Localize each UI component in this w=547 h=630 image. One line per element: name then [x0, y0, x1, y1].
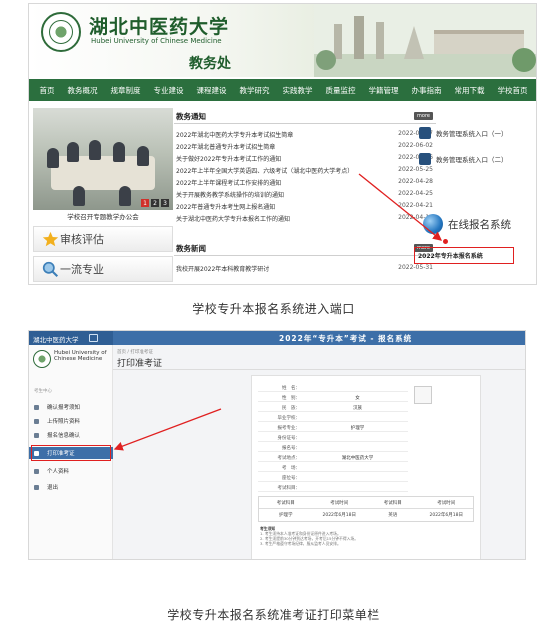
portal-screenshot: 湖北中医药大学 Hubei University of Chinese Medi… [28, 3, 537, 285]
red-arrow-icon [113, 408, 222, 451]
caption-2: 学校专升本报名系统准考证打印菜单栏 [167, 608, 380, 622]
caption-1: 学校专升本报名系统进入端口 [192, 302, 355, 316]
registration-system-screenshot: 湖北中医药大学 2022年“专升本”考试 - 报名系统 Hubei Univer… [28, 330, 526, 560]
red-arrow-icon [358, 173, 443, 241]
